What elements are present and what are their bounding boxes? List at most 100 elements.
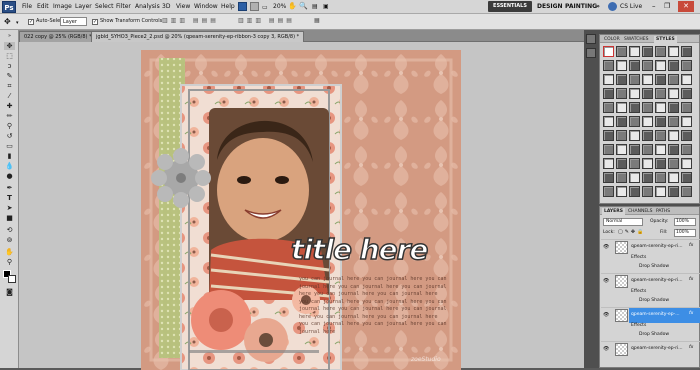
- style-preset-swatch[interactable]: [655, 172, 666, 183]
- tab-channels[interactable]: CHANNELS: [626, 208, 655, 215]
- style-preset-swatch[interactable]: [681, 186, 692, 197]
- style-preset-swatch[interactable]: [616, 186, 627, 197]
- journal-text[interactable]: you can journal here you can journal her…: [299, 276, 449, 336]
- style-preset-swatch[interactable]: [668, 144, 679, 155]
- menu-image[interactable]: Image: [53, 3, 72, 10]
- style-preset-swatch[interactable]: [642, 186, 653, 197]
- menu-analysis[interactable]: Analysis: [135, 3, 160, 10]
- style-preset-swatch[interactable]: [642, 158, 653, 169]
- style-preset-swatch[interactable]: [642, 102, 653, 113]
- restore-icon[interactable]: ❐: [664, 2, 670, 10]
- menu-filter[interactable]: Filter: [116, 3, 131, 10]
- style-preset-swatch[interactable]: [668, 116, 679, 127]
- style-preset-swatch[interactable]: [668, 158, 679, 169]
- style-preset-swatch[interactable]: [642, 116, 653, 127]
- workspace-design-button[interactable]: DESIGN: [537, 3, 563, 10]
- style-preset-swatch[interactable]: [603, 130, 614, 141]
- ruler-icon[interactable]: ▭: [262, 4, 268, 11]
- healing-brush-tool-icon[interactable]: ✚: [4, 102, 15, 110]
- style-preset-swatch[interactable]: [616, 144, 627, 155]
- style-preset-swatch[interactable]: [616, 116, 627, 127]
- style-preset-swatch[interactable]: [668, 74, 679, 85]
- style-preset-swatch[interactable]: [668, 46, 679, 57]
- style-preset-swatch[interactable]: [681, 74, 692, 85]
- quick-selection-tool-icon[interactable]: ✎: [4, 72, 15, 80]
- dock-adjustments-icon[interactable]: [586, 48, 596, 58]
- style-preset-swatch[interactable]: [681, 102, 692, 113]
- tool-preset-arrow-icon[interactable]: ▾: [16, 20, 19, 26]
- style-preset-swatch[interactable]: [655, 60, 666, 71]
- tab-color[interactable]: COLOR: [602, 36, 622, 43]
- style-preset-swatch[interactable]: [681, 60, 692, 71]
- style-preset-swatch[interactable]: [603, 102, 614, 113]
- visibility-eye-icon[interactable]: 👁: [603, 244, 609, 250]
- style-preset-swatch[interactable]: [616, 130, 627, 141]
- style-preset-swatch[interactable]: [616, 60, 627, 71]
- lock-icons[interactable]: ▢✎✥🔒: [618, 229, 645, 235]
- style-preset-swatch[interactable]: [603, 60, 614, 71]
- tab-layers[interactable]: LAYERS: [602, 208, 625, 215]
- style-preset-swatch[interactable]: [681, 144, 692, 155]
- style-preset-swatch[interactable]: [629, 130, 640, 141]
- tab-swatches[interactable]: SWATCHES: [622, 36, 651, 43]
- visibility-eye-icon[interactable]: 👁: [603, 312, 609, 318]
- auto-align-icon[interactable]: ▦: [314, 17, 320, 24]
- blur-tool-icon[interactable]: 💧: [4, 162, 15, 170]
- workspace-essentials-button[interactable]: ESSENTIALS: [488, 1, 532, 12]
- show-transform-checkbox[interactable]: ✓: [92, 19, 98, 25]
- style-preset-swatch[interactable]: [681, 88, 692, 99]
- gradient-tool-icon[interactable]: ▮: [4, 152, 15, 160]
- style-preset-swatch[interactable]: [616, 74, 627, 85]
- style-preset-swatch[interactable]: [603, 144, 614, 155]
- brush-tool-icon[interactable]: ✏: [4, 112, 15, 120]
- style-preset-swatch[interactable]: [616, 88, 627, 99]
- dodge-tool-icon[interactable]: ●: [4, 172, 15, 180]
- marquee-tool-icon[interactable]: ⬚: [4, 52, 15, 60]
- style-preset-swatch[interactable]: [603, 158, 614, 169]
- path-selection-tool-icon[interactable]: ➤: [4, 204, 15, 212]
- arrange-documents-icon[interactable]: ▤: [312, 3, 318, 10]
- style-preset-swatch[interactable]: [629, 172, 640, 183]
- background-color-swatch[interactable]: [8, 275, 16, 283]
- style-preset-swatch[interactable]: [629, 186, 640, 197]
- lasso-tool-icon[interactable]: ↄ: [4, 62, 15, 70]
- style-preset-swatch[interactable]: [603, 186, 614, 197]
- style-preset-swatch[interactable]: [681, 46, 692, 57]
- style-preset-swatch[interactable]: [668, 60, 679, 71]
- style-preset-swatch[interactable]: [668, 130, 679, 141]
- style-preset-swatch[interactable]: [603, 116, 614, 127]
- 3d-rotate-tool-icon[interactable]: ⟲: [4, 226, 15, 234]
- layer-name[interactable]: qpeam-serenity-ep-ri...: [631, 346, 683, 351]
- menu-window[interactable]: Window: [194, 3, 218, 10]
- cs-live-button[interactable]: CS Live: [620, 3, 642, 10]
- style-preset-swatch[interactable]: [629, 46, 640, 57]
- fx-icon[interactable]: fx: [689, 277, 693, 282]
- layer-row[interactable]: 👁 qpeam-serenity-ep-ri... fx: [601, 341, 700, 357]
- layer-name[interactable]: qpeam-serenity-ep-ri...: [631, 278, 683, 283]
- style-preset-swatch[interactable]: [603, 46, 614, 57]
- style-preset-swatch[interactable]: [629, 116, 640, 127]
- style-preset-swatch[interactable]: [629, 144, 640, 155]
- bridge-icon[interactable]: [238, 2, 247, 11]
- blend-mode-dropdown[interactable]: Normal: [603, 218, 643, 226]
- opacity-input[interactable]: 100%: [674, 218, 696, 226]
- distribute-icons[interactable]: ▥▥▥ ▤▤▤: [238, 17, 310, 26]
- style-preset-swatch[interactable]: [629, 74, 640, 85]
- menu-layer[interactable]: Layer: [75, 3, 92, 10]
- layer-row[interactable]: 👁 qpeam-serenity-ep-ri... fx Effects Dro…: [601, 273, 700, 307]
- more-workspaces-button[interactable]: »: [596, 3, 600, 10]
- history-brush-tool-icon[interactable]: ↺: [4, 132, 15, 140]
- auto-select-checkbox[interactable]: ✓: [28, 19, 34, 25]
- scrapbook-page[interactable]: title here you can journal here you can …: [141, 50, 461, 370]
- style-preset-swatch[interactable]: [681, 116, 692, 127]
- canvas-area[interactable]: title here you can journal here you can …: [19, 42, 584, 370]
- zoom-tool-icon[interactable]: ⚲: [4, 258, 15, 266]
- zoom-level[interactable]: 20%: [273, 3, 286, 10]
- tab-styles[interactable]: STYLES: [654, 36, 677, 43]
- align-icons[interactable]: ▥▥▥ ▤▤▤: [162, 17, 234, 26]
- toolbox-collapse-icon[interactable]: »: [4, 32, 15, 40]
- screen-mode-icon[interactable]: ▣: [323, 3, 329, 10]
- style-preset-swatch[interactable]: [668, 186, 679, 197]
- menu-3d[interactable]: 3D: [162, 3, 170, 10]
- style-preset-swatch[interactable]: [681, 158, 692, 169]
